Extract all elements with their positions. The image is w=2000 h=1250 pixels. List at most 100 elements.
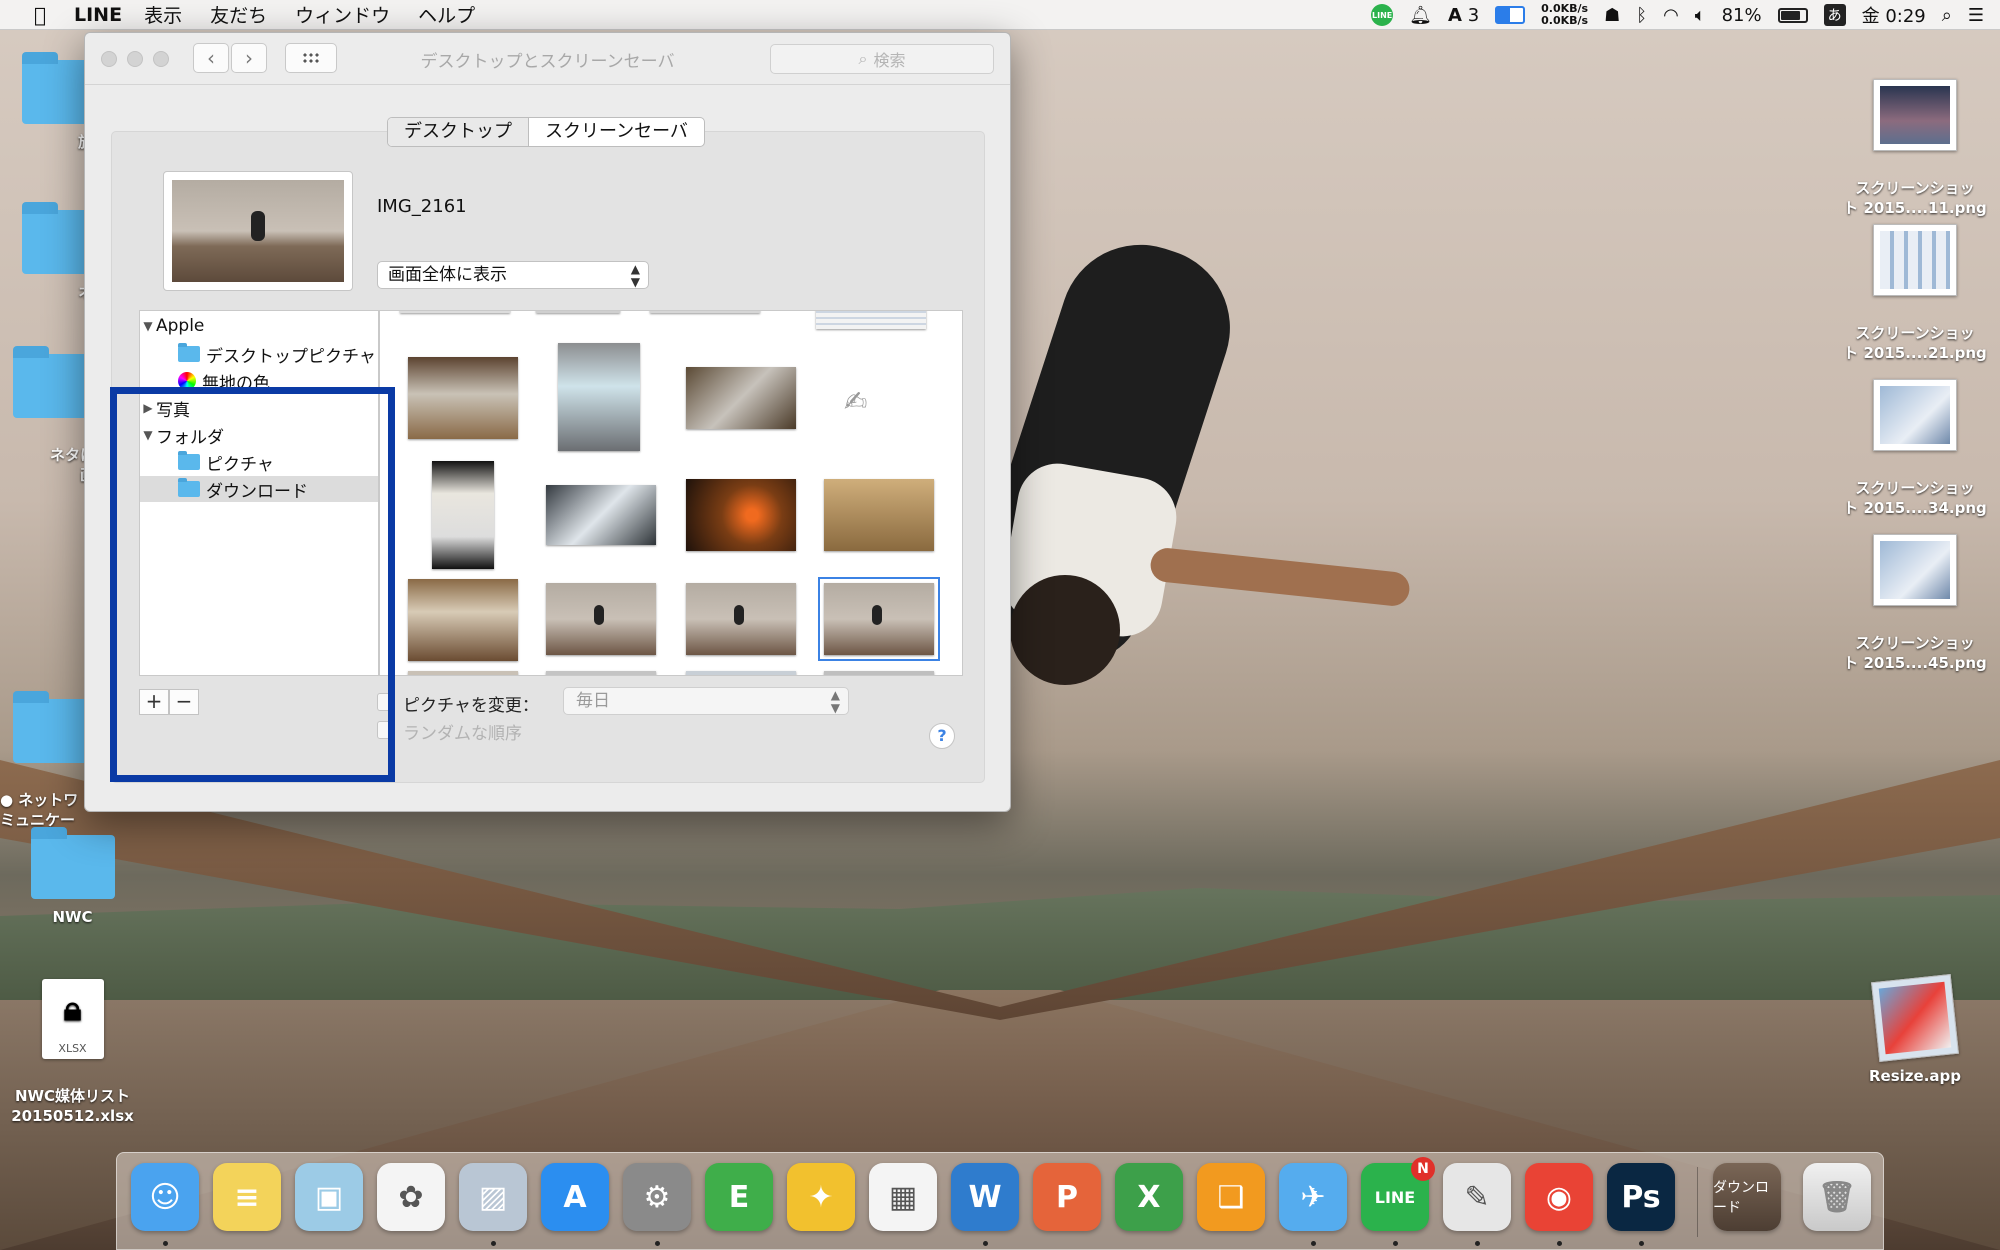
picture-thumbnail[interactable]: [816, 311, 926, 329]
random-order-label: ランダムな順序: [403, 724, 522, 744]
lock-icon: 🔒︎: [63, 989, 82, 1029]
source-pictures-folder[interactable]: ピクチャ: [140, 449, 378, 475]
window-titlebar[interactable]: ‹ › デスクトップとスクリーンセーバ ⌕ 検索: [85, 33, 1010, 85]
folder-icon: [178, 451, 200, 470]
picture-thumbnail[interactable]: [686, 583, 796, 655]
picture-thumbnail[interactable]: [558, 343, 640, 451]
line-status-icon[interactable]: LINE: [1371, 4, 1394, 26]
dock-app-10[interactable]: W: [951, 1163, 1019, 1231]
menu-friends[interactable]: 友だち: [210, 1, 267, 28]
desktop-screenshot-45[interactable]: スクリーンショッ ト 2015....45.png: [1840, 515, 1990, 692]
dock-app-9[interactable]: ▦: [869, 1163, 937, 1231]
running-indicator: [163, 1241, 168, 1246]
input-method-icon[interactable]: あ: [1823, 4, 1846, 26]
notification-center-icon[interactable]: ☰: [1968, 5, 1984, 26]
dock-app-0[interactable]: ☺: [131, 1163, 199, 1231]
desktop-folder-nwc[interactable]: NWC: [20, 827, 125, 927]
dock-app-14[interactable]: ✈: [1279, 1163, 1347, 1231]
dock-app-17[interactable]: ◉: [1525, 1163, 1593, 1231]
clock[interactable]: 金 0:29: [1862, 2, 1926, 28]
cloud-app-icon[interactable]: ☗: [1604, 5, 1620, 26]
picture-thumbnail[interactable]: [408, 579, 518, 661]
disclosure-expanded-icon[interactable]: ▼: [140, 319, 156, 333]
random-order-checkbox[interactable]: [377, 721, 395, 739]
spotlight-search-icon[interactable]: ⌕: [1942, 5, 1952, 26]
running-indicator: [1311, 1241, 1316, 1246]
picture-thumbnail[interactable]: [824, 479, 934, 551]
fit-mode-select[interactable]: 画面全体に表示 ▲ ▼: [377, 261, 649, 289]
picture-thumbnail[interactable]: [432, 461, 494, 569]
notification-bell-icon[interactable]: 🔔︎: [1409, 5, 1432, 26]
dock-app-4[interactable]: ▨: [459, 1163, 527, 1231]
picture-thumbnail[interactable]: [546, 671, 656, 675]
dock-app-16[interactable]: ✎: [1443, 1163, 1511, 1231]
picture-thumbnail[interactable]: [686, 671, 796, 675]
disclosure-collapsed-icon[interactable]: ▶: [140, 401, 156, 415]
volume-icon[interactable]: 🔈︎: [1695, 5, 1706, 26]
battery-icon[interactable]: [1777, 7, 1808, 23]
change-interval-select[interactable]: 毎日 ▲ ▼: [563, 687, 849, 715]
picture-thumbnail[interactable]: [686, 479, 796, 551]
screenshot-thumbnail: [1873, 534, 1957, 606]
desktop-file-nwc-media-list[interactable]: 🔒︎ XLSX NWC媒体リスト 20150512.xlsx: [0, 960, 145, 1145]
picture-thumbnail[interactable]: [546, 583, 656, 655]
tab-desktop[interactable]: デスクトップ: [388, 118, 529, 146]
app-menu[interactable]: LINE: [74, 4, 122, 26]
source-group-apple[interactable]: ▼ Apple: [140, 313, 378, 339]
thumbnail-person: [594, 604, 604, 625]
picture-thumbnail[interactable]: [546, 485, 656, 545]
source-label: 無地の色: [202, 373, 270, 394]
picture-thumbnail-selected[interactable]: [818, 577, 940, 661]
dock-app-3[interactable]: ✿: [377, 1163, 445, 1231]
dock-app-2[interactable]: ▣: [295, 1163, 363, 1231]
dock-downloads-stack[interactable]: ダウンロード: [1713, 1163, 1781, 1231]
apple-menu-icon[interactable]: : [20, 3, 60, 27]
adobe-creative-cloud-icon[interactable]: A 3: [1448, 5, 1479, 26]
desktop-screenshot-21[interactable]: スクリーンショッ ト 2015....21.png: [1840, 205, 1990, 382]
picture-thumbnail[interactable]: [650, 311, 760, 313]
picture-thumbnail[interactable]: ✍: [824, 367, 934, 429]
menu-view[interactable]: 表示: [144, 1, 182, 28]
search-input[interactable]: ⌕ 検索: [770, 44, 994, 74]
dock-app-18[interactable]: Ps: [1607, 1163, 1675, 1231]
source-group-folders[interactable]: ▼ フォルダ: [140, 422, 378, 448]
add-source-button[interactable]: +: [139, 689, 169, 715]
bluetooth-icon[interactable]: ᛒ: [1636, 5, 1647, 26]
dock-app-11[interactable]: P: [1033, 1163, 1101, 1231]
picture-thumbnail[interactable]: [400, 311, 510, 313]
disclosure-expanded-icon[interactable]: ▼: [140, 428, 156, 442]
change-picture-checkbox[interactable]: [377, 693, 395, 711]
source-group-photos[interactable]: ▶ 写真: [140, 395, 378, 421]
picture-thumbnail[interactable]: [408, 671, 518, 675]
source-downloads-folder[interactable]: ダウンロード: [140, 476, 378, 502]
menu-window[interactable]: ウィンドウ: [295, 1, 390, 28]
source-solid-colors[interactable]: 無地の色: [140, 368, 378, 394]
dock: ダウンロード 🗑︎ ☺ ≡ ▣ ✿ ▨ A ⚙ E ✦ ▦ W P X ❑ ✈ LINE N ✎ ◉ Ps: [116, 1152, 1884, 1250]
picture-thumbnail[interactable]: [824, 671, 934, 675]
picture-thumbnail[interactable]: [408, 357, 518, 439]
menu-help[interactable]: ヘルプ: [418, 1, 475, 28]
dock-app-15[interactable]: LINE N: [1361, 1157, 1435, 1231]
dock-app-8[interactable]: ✦: [787, 1163, 855, 1231]
dock-app-13[interactable]: ❑: [1197, 1163, 1265, 1231]
picture-thumbnail[interactable]: [686, 367, 796, 429]
dock-app-5[interactable]: A: [541, 1163, 609, 1231]
network-speed[interactable]: 0.0KB/s 0.0KB/s: [1541, 3, 1588, 27]
desktop-screensaver-prefs-window: ‹ › デスクトップとスクリーンセーバ ⌕ 検索 デスクトップ スクリーンセーバ…: [84, 32, 1011, 812]
help-button[interactable]: ?: [929, 723, 955, 749]
dock-app-12[interactable]: X: [1115, 1163, 1183, 1231]
dock-app-1[interactable]: ≡: [213, 1163, 281, 1231]
dock-app-7[interactable]: E: [705, 1163, 773, 1231]
screenshot-label: スクリーンショッ ト 2015....34.png: [1843, 479, 1987, 517]
display-toggle-icon[interactable]: [1495, 6, 1526, 24]
remove-source-button[interactable]: −: [169, 689, 199, 715]
dock-trash[interactable]: 🗑︎: [1803, 1163, 1871, 1231]
picture-thumbnail[interactable]: [536, 311, 620, 313]
desktop-app-resize[interactable]: Resize.app: [1860, 974, 1970, 1086]
source-label: Apple: [156, 316, 205, 336]
desktop-screenshot-34[interactable]: スクリーンショッ ト 2015....34.png: [1840, 360, 1990, 537]
tab-screensaver[interactable]: スクリーンセーバ: [529, 118, 704, 146]
wifi-icon[interactable]: ◠: [1663, 5, 1679, 26]
source-desktop-pictures[interactable]: デスクトップピクチャ: [140, 341, 378, 367]
dock-app-6[interactable]: ⚙: [623, 1163, 691, 1231]
